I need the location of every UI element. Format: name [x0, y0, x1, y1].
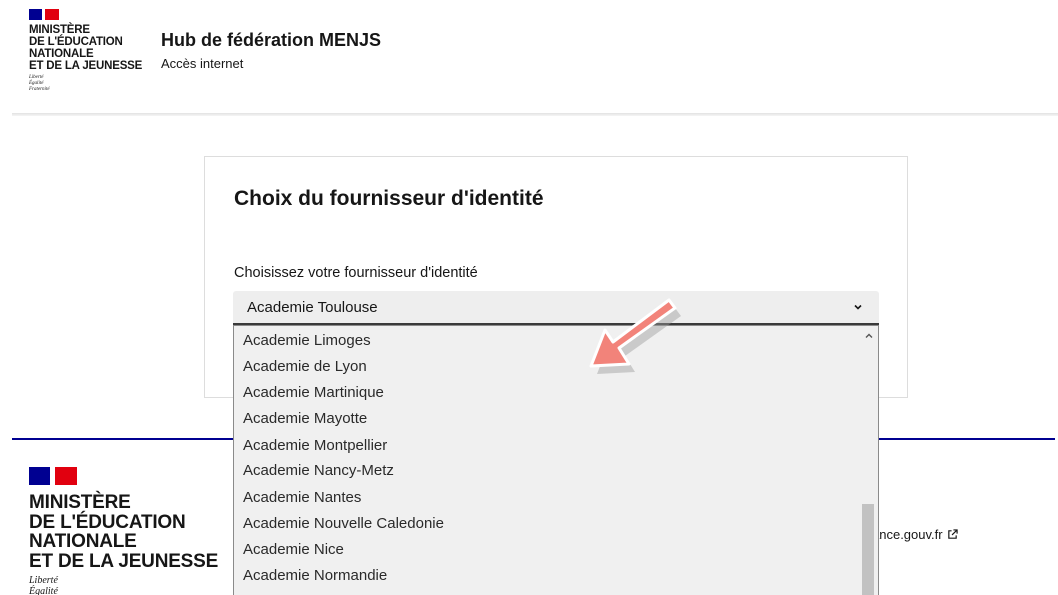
site-subtitle: Accès internet [161, 56, 244, 71]
dropdown-option[interactable]: Academie Nouvelle Caledonie [243, 515, 444, 532]
ministry-logo[interactable]: MINISTÈRE DE L'ÉDUCATION NATIONALE ET DE… [29, 9, 142, 93]
republic-motto: Liberté Égalité [29, 575, 218, 595]
page-title: Choix du fournisseur d'identité [234, 187, 544, 210]
annotation-arrow-icon [589, 298, 681, 374]
republic-motto: Liberté Égalité Fraternité [29, 75, 142, 93]
ministry-name-line: MINISTÈRE [29, 24, 90, 36]
site-header: MINISTÈRE DE L'ÉDUCATION NATIONALE ET DE… [0, 0, 1058, 114]
dropdown-option[interactable]: Academie Nice [243, 541, 344, 558]
motto-line: Égalité [29, 586, 58, 595]
ministry-name-line: NATIONALE [29, 48, 94, 60]
motto-line: Fraternité [29, 87, 50, 92]
footer-link-label: ance.gouv.fr [872, 527, 943, 542]
ministry-name-line: DE L'ÉDUCATION [29, 36, 123, 48]
selected-provider: Academie Toulouse [247, 299, 378, 316]
header-divider [12, 113, 1058, 116]
dropdown-option[interactable]: Academie Nantes [243, 489, 361, 506]
select-label: Choisissez votre fournisseur d'identité [234, 265, 478, 281]
republic-flag-icon [29, 467, 77, 485]
ministry-name-line: NATIONALE [29, 531, 137, 552]
provider-dropdown-list[interactable]: Academie Limoges Academie de Lyon Academ… [233, 325, 879, 595]
chevron-up-icon[interactable] [865, 332, 873, 340]
dropdown-option[interactable]: Academie Martinique [243, 384, 384, 401]
republic-flag-icon [29, 9, 59, 20]
site-title[interactable]: Hub de fédération MENJS [161, 30, 381, 51]
chevron-down-icon [854, 304, 862, 310]
dropdown-option[interactable]: Academie Montpellier [243, 437, 387, 454]
dropdown-option[interactable]: Academie de Lyon [243, 358, 367, 375]
scrollbar-thumb[interactable] [862, 504, 874, 595]
footer-external-link[interactable]: ance.gouv.fr [872, 527, 958, 542]
ministry-name-line: MINISTÈRE [29, 492, 131, 513]
ministry-name-line: ET DE LA JEUNESSE [29, 550, 219, 572]
identity-provider-select[interactable]: Academie Toulouse [233, 291, 879, 325]
dropdown-option[interactable]: Academie Limoges [243, 332, 371, 349]
footer-ministry-logo[interactable]: MINISTÈRE DE L'ÉDUCATION NATIONALE ET DE… [29, 467, 218, 595]
dropdown-scrollbar[interactable] [860, 326, 878, 595]
dropdown-option[interactable]: Academie Normandie [243, 567, 387, 584]
external-link-icon [947, 529, 958, 539]
motto-line: Liberté [29, 575, 58, 586]
ministry-name-line: DE L'ÉDUCATION [29, 511, 186, 533]
dropdown-option[interactable]: Academie Nancy-Metz [243, 462, 394, 479]
dropdown-option[interactable]: Academie Mayotte [243, 410, 367, 427]
ministry-name-line: ET DE LA JEUNESSE [29, 60, 143, 72]
